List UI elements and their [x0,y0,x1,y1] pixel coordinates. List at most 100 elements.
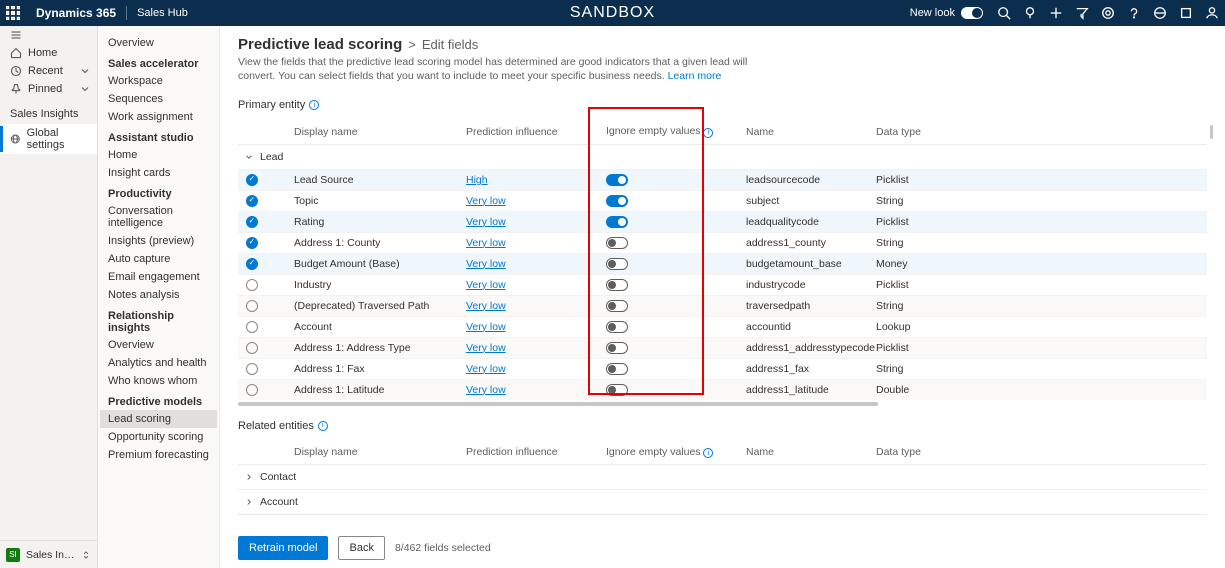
rail-global-settings[interactable]: Global settings [0,124,97,154]
field-row[interactable]: Account Very low accountid Lookup [238,316,1207,337]
rail-recent[interactable]: Recent [0,62,97,80]
subnav-analytics-health[interactable]: Analytics and health [100,354,217,372]
row-checkbox[interactable] [246,237,258,249]
subnav-rel-overview[interactable]: Overview [100,336,217,354]
area-switcher[interactable]: SI Sales Insights sett… [0,540,97,568]
rail-home[interactable]: Home [0,44,97,62]
ignore-empty-toggle[interactable] [606,342,628,354]
support-icon[interactable] [1147,0,1173,26]
screenshot-icon[interactable] [1173,0,1199,26]
subnav-insight-cards[interactable]: Insight cards [100,164,217,182]
row-checkbox[interactable] [246,195,258,207]
row-influence-link[interactable]: Very low [466,258,506,270]
ignore-empty-toggle[interactable] [606,195,628,207]
app-name[interactable]: Dynamics 365 [26,6,126,20]
back-button[interactable]: Back [338,536,384,560]
row-checkbox[interactable] [246,363,258,375]
subnav-premium-forecasting[interactable]: Premium forecasting [100,446,217,464]
subnav-conversation-intel[interactable]: Conversation intelligence [100,202,217,232]
field-row[interactable]: Budget Amount (Base) Very low budgetamou… [238,253,1207,274]
add-icon[interactable] [1043,0,1069,26]
subnav-opportunity-scoring[interactable]: Opportunity scoring [100,428,217,446]
info-icon[interactable]: i [309,100,319,110]
row-influence-link[interactable]: Very low [466,300,506,312]
row-influence-link[interactable]: Very low [466,342,506,354]
group-row-contact[interactable]: Contact [238,465,1207,489]
row-influence-link[interactable]: High [466,174,488,186]
settings-icon[interactable] [1095,0,1121,26]
new-look-toggle[interactable]: New look [902,7,991,19]
row-name: address1_fax [746,363,876,375]
help-icon[interactable] [1121,0,1147,26]
field-row[interactable]: Address 1: Fax Very low address1_fax Str… [238,358,1207,379]
row-influence-link[interactable]: Very low [466,279,506,291]
horizontal-scrollbar[interactable] [238,402,878,406]
row-influence-link[interactable]: Very low [466,363,506,375]
row-display: Rating [266,216,466,228]
learn-more-link[interactable]: Learn more [668,70,722,82]
left-rail: Home Recent Pinned Sales Insights Global… [0,26,98,568]
ignore-empty-toggle[interactable] [606,300,628,312]
subnav-sequences[interactable]: Sequences [100,90,217,108]
field-row[interactable]: Address 1: Latitude Very low address1_la… [238,379,1207,400]
field-row[interactable]: Lead Source High leadsourcecode Picklist [238,169,1207,190]
ignore-empty-toggle[interactable] [606,363,628,375]
row-name: subject [746,195,876,207]
row-checkbox[interactable] [246,216,258,228]
ignore-empty-toggle[interactable] [606,258,628,270]
row-checkbox[interactable] [246,300,258,312]
subnav-email-engagement[interactable]: Email engagement [100,268,217,286]
lightbulb-icon[interactable] [1017,0,1043,26]
subnav-auto-capture[interactable]: Auto capture [100,250,217,268]
subnav-home[interactable]: Home [100,146,217,164]
row-checkbox[interactable] [246,342,258,354]
ignore-empty-toggle[interactable] [606,216,628,228]
row-checkbox[interactable] [246,321,258,333]
account-icon[interactable] [1199,0,1225,26]
group-row-lead[interactable]: Lead [238,145,1207,169]
app-launcher-icon[interactable] [0,0,26,26]
new-look-toggle-switch[interactable] [961,7,983,19]
collapse-rail-button[interactable] [0,26,97,44]
retrain-model-button[interactable]: Retrain model [238,536,328,560]
ignore-empty-toggle[interactable] [606,174,628,186]
group-row-account[interactable]: Account [238,489,1207,514]
row-display: Topic [266,195,466,207]
field-row[interactable]: (Deprecated) Traversed Path Very low tra… [238,295,1207,316]
ignore-empty-toggle[interactable] [606,384,628,396]
field-row[interactable]: Address 1: County Very low address1_coun… [238,232,1207,253]
row-display: Address 1: Address Type [266,342,466,354]
field-row[interactable]: Topic Very low subject String [238,190,1207,211]
search-icon[interactable] [991,0,1017,26]
row-influence-link[interactable]: Very low [466,321,506,333]
field-row[interactable]: Industry Very low industrycode Picklist [238,274,1207,295]
info-icon[interactable]: i [703,128,713,138]
rail-pinned[interactable]: Pinned [0,80,97,98]
scrollbar-thumb[interactable] [1210,125,1213,139]
subnav-workspace[interactable]: Workspace [100,72,217,90]
hub-name[interactable]: Sales Hub [127,7,198,19]
field-row[interactable]: Rating Very low leadqualitycode Picklist [238,211,1207,232]
subnav-insights-preview[interactable]: Insights (preview) [100,232,217,250]
subnav-overview[interactable]: Overview [100,34,217,52]
info-icon[interactable]: i [318,421,328,431]
info-icon[interactable]: i [703,448,713,458]
row-influence-link[interactable]: Very low [466,237,506,249]
ignore-empty-toggle[interactable] [606,279,628,291]
row-checkbox[interactable] [246,258,258,270]
subnav-who-knows-whom[interactable]: Who knows whom [100,372,217,390]
subnav-work-assignment[interactable]: Work assignment [100,108,217,126]
subnav-notes-analysis[interactable]: Notes analysis [100,286,217,304]
subnav-lead-scoring[interactable]: Lead scoring [100,410,217,428]
row-checkbox[interactable] [246,384,258,396]
ignore-empty-toggle[interactable] [606,237,628,249]
row-checkbox[interactable] [246,279,258,291]
filter-icon[interactable] [1069,0,1095,26]
row-influence-link[interactable]: Very low [466,195,506,207]
row-influence-link[interactable]: Very low [466,216,506,228]
ignore-empty-toggle[interactable] [606,321,628,333]
row-influence-link[interactable]: Very low [466,384,506,396]
row-checkbox[interactable] [246,174,258,186]
field-row[interactable]: Address 1: Address Type Very low address… [238,337,1207,358]
clock-icon [10,65,22,77]
